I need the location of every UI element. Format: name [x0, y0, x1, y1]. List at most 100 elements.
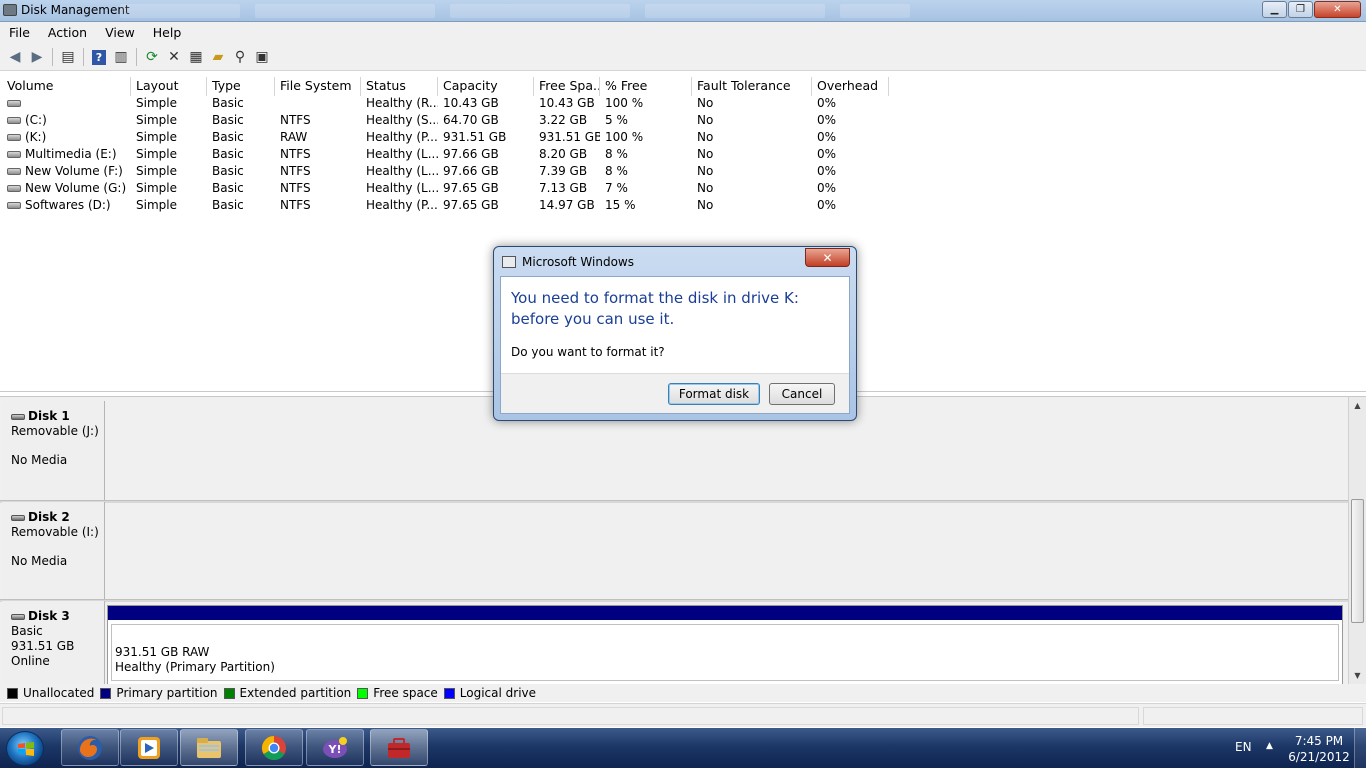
scroll-up-icon[interactable]: ▲: [1349, 399, 1366, 413]
background-window-ghost: [120, 4, 240, 18]
menu-view[interactable]: View: [96, 23, 144, 43]
taskbar-messenger[interactable]: Y!: [306, 729, 364, 766]
cell-status: Healthy (R...: [366, 96, 438, 110]
restore-icon: ❐: [1296, 4, 1305, 15]
refresh-button[interactable]: ⟳: [141, 47, 163, 67]
language-indicator[interactable]: EN: [1235, 740, 1252, 754]
legend-swatch: [357, 687, 369, 699]
column-header-free-space[interactable]: Free Spa...: [534, 77, 600, 96]
column-header-volume[interactable]: Volume: [2, 77, 131, 96]
cell-free-space: 14.97 GB: [539, 198, 595, 212]
cell-capacity: 10.43 GB: [443, 96, 499, 110]
cell-type: Basic: [212, 113, 244, 127]
show-hidden-icons-icon[interactable]: ▲: [1266, 741, 1273, 751]
cell-fault-tolerance: No: [697, 130, 714, 144]
menu-action[interactable]: Action: [39, 23, 96, 43]
cell-file-system: [275, 95, 361, 112]
show-hide-tree-button[interactable]: ▤: [57, 47, 79, 67]
cancel-button[interactable]: Cancel: [769, 383, 835, 405]
explore-button[interactable]: ⚲: [229, 47, 251, 67]
column-header-layout[interactable]: Layout: [131, 77, 207, 96]
drive-icon: [7, 202, 21, 209]
column-header-overhead[interactable]: Overhead: [812, 77, 889, 96]
rescan-button[interactable]: ▣: [251, 47, 273, 67]
show-desktop-button[interactable]: [1354, 728, 1366, 768]
scroll-down-icon[interactable]: ▼: [1349, 669, 1366, 683]
taskbar-chrome[interactable]: [245, 729, 303, 766]
taskbar-explorer[interactable]: [180, 729, 238, 766]
cell-capacity: 97.66 GB: [443, 164, 499, 178]
disk-label[interactable]: Disk 1 Removable (J:) No Media: [2, 401, 105, 500]
action-pane-button[interactable]: ▥: [110, 47, 132, 67]
column-header-percent-free[interactable]: % Free: [600, 77, 692, 96]
volume-name: Multimedia (E:): [25, 147, 117, 161]
toolbar-separator: [136, 48, 137, 66]
cell-fault-tolerance: No: [697, 147, 714, 161]
forward-button[interactable]: ▶: [26, 47, 48, 67]
table-row[interactable]: Softwares (D:) Simple Basic NTFS Healthy (P.…: [2, 197, 889, 214]
taskbar-media-player[interactable]: [120, 729, 178, 766]
column-header-status[interactable]: Status: [361, 77, 438, 96]
cell-overhead: 0%: [817, 164, 837, 178]
table-row[interactable]: Simple Basic Healthy (R... 10.43 GB 10.43 GB…: [2, 95, 889, 112]
minimize-button[interactable]: ▁: [1262, 1, 1287, 18]
toolbar-separator: [52, 48, 53, 66]
cell-file-system: NTFS: [280, 113, 311, 127]
cell-volume: Multimedia (E:): [2, 146, 131, 163]
taskbar-firefox[interactable]: [61, 729, 119, 766]
format-disk-button[interactable]: Format disk: [668, 383, 760, 405]
status-pane: [1143, 707, 1363, 725]
close-button[interactable]: ✕: [1314, 1, 1361, 18]
column-header-capacity[interactable]: Capacity: [438, 77, 534, 96]
disk-map-scrollbar[interactable]: ▲ ▼: [1348, 397, 1366, 685]
table-row[interactable]: (C:) Simple Basic NTFS Healthy (S... 64.70 GB…: [2, 112, 889, 129]
menu-file[interactable]: File: [0, 23, 39, 43]
chrome-icon: [261, 735, 286, 760]
legend-label: Unallocated: [23, 686, 95, 700]
table-row[interactable]: New Volume (G:) Simple Basic NTFS Healthy (L…: [2, 180, 889, 197]
cell-layout: Simple: [136, 96, 177, 110]
window-title: Disk Management: [21, 3, 130, 17]
taskbar-computer-management[interactable]: [370, 729, 428, 766]
cell-status: Healthy (L...: [366, 147, 438, 161]
column-header-file-system[interactable]: File System: [275, 77, 361, 96]
cell-type: Basic: [212, 181, 244, 195]
disk-row-2: Disk 2 Removable (I:) No Media: [0, 502, 1348, 599]
open-icon: ▰: [212, 49, 224, 65]
disk-media-status: No Media: [11, 554, 68, 568]
back-button[interactable]: ◀: [4, 47, 26, 67]
column-header-fault-tolerance[interactable]: Fault Tolerance: [692, 77, 812, 96]
disk-name: Disk 1: [28, 409, 70, 423]
menu-help[interactable]: Help: [144, 23, 191, 43]
explorer-icon: [197, 737, 221, 758]
table-row[interactable]: Multimedia (E:) Simple Basic NTFS Healthy (L…: [2, 146, 889, 163]
partition-k[interactable]: 931.51 GB RAW Healthy (Primary Partition…: [107, 605, 1343, 685]
table-row[interactable]: (K:) Simple Basic RAW Healthy (P... 931.51 GB…: [2, 129, 889, 146]
drive-icon: [7, 100, 21, 107]
volume-name: (K:): [25, 130, 47, 144]
restore-button[interactable]: ❐: [1288, 1, 1313, 18]
table-row[interactable]: New Volume (F:) Simple Basic NTFS Healthy (L…: [2, 163, 889, 180]
partition-size: 931.51 GB RAW: [115, 645, 210, 659]
disk-label[interactable]: Disk 3 Basic 931.51 GB Online: [2, 601, 105, 685]
cell-fault-tolerance: No: [697, 113, 714, 127]
open-button[interactable]: ▰: [207, 47, 229, 67]
legend-label: Logical drive: [459, 686, 537, 700]
cell-capacity: 97.66 GB: [443, 147, 499, 161]
status-pane: [2, 707, 1139, 725]
computer-management-icon: [388, 737, 410, 758]
column-header-type[interactable]: Type: [207, 77, 275, 96]
disk-icon: [11, 613, 25, 620]
cell-percent-free: 100 %: [605, 96, 644, 110]
disk-name: Disk 3: [28, 609, 70, 623]
help-button[interactable]: ?: [88, 47, 110, 67]
delete-button[interactable]: ✕: [163, 47, 185, 67]
properties-button[interactable]: ▦: [185, 47, 207, 67]
dialog-close-button[interactable]: ✕: [805, 248, 850, 267]
start-button[interactable]: [6, 731, 44, 766]
system-clock[interactable]: 7:45 PM 6/21/2012: [1284, 733, 1354, 765]
clock-date: 6/21/2012: [1288, 750, 1350, 764]
scrollbar-thumb[interactable]: [1351, 499, 1364, 623]
disk-label[interactable]: Disk 2 Removable (I:) No Media: [2, 502, 105, 599]
disk-management-icon: [3, 4, 17, 16]
